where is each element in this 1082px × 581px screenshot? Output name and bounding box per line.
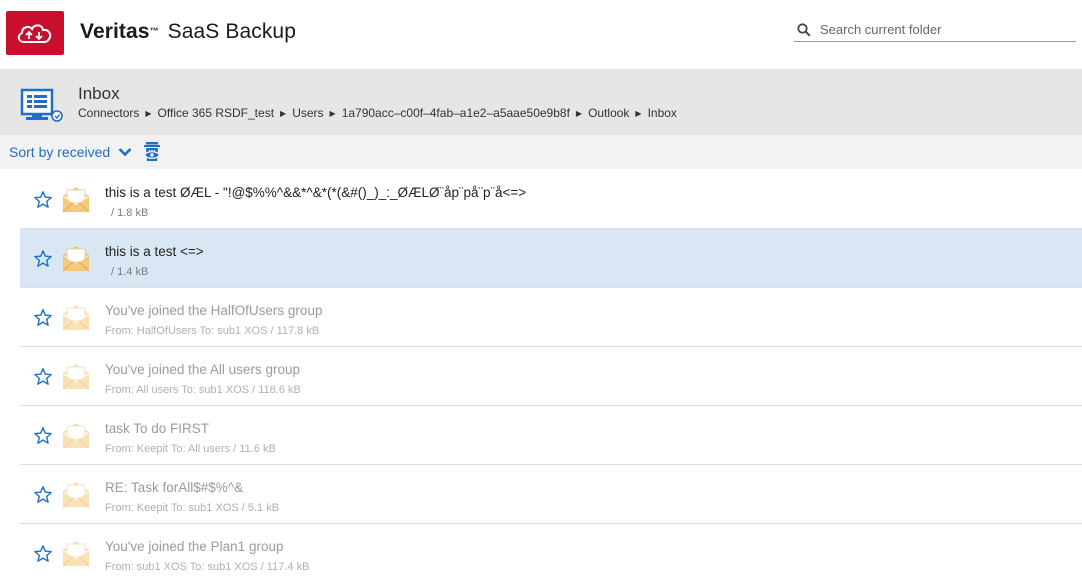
breadcrumb-users[interactable]: Users — [292, 106, 323, 120]
breadcrumb-connectors[interactable]: Connectors — [78, 106, 139, 120]
read-envelope-icon — [62, 305, 90, 331]
message-meta: From: sub1 XOS To: sub1 XOS / 117.4 kB — [105, 561, 310, 573]
read-envelope-icon — [62, 482, 90, 508]
breadcrumb: Connectors ▶ Office 365 RSDF_test ▶ User… — [78, 106, 677, 120]
message-subject: this is a test <=> — [105, 244, 204, 259]
message-meta: / 1.4 kB — [111, 266, 149, 278]
message-list: this is a test ØÆL - "!@$%%^&&*^&*(*(&#(… — [20, 170, 1082, 581]
message-row[interactable]: this is a test <=> / 1.4 kB — [20, 229, 1082, 288]
message-row[interactable]: You've joined the Plan1 group From: sub1… — [20, 524, 1082, 581]
message-subject: You've joined the Plan1 group — [105, 539, 284, 554]
product-name: SaaS Backup — [167, 20, 296, 43]
breadcrumb-separator-icon: ▶ — [575, 108, 583, 118]
message-meta: From: Keepit To: sub1 XOS / 5.1 kB — [105, 502, 280, 514]
veritas-cloud-logo[interactable] — [6, 11, 64, 55]
search-input[interactable] — [820, 22, 1060, 37]
message-meta: / 1.8 kB — [111, 207, 149, 219]
star-icon[interactable] — [33, 544, 53, 564]
message-meta: From: Keepit To: All users / 11.6 kB — [105, 443, 276, 455]
app-title: Veritas™ SaaS Backup — [80, 20, 296, 44]
unread-envelope-icon — [62, 187, 90, 213]
message-row[interactable]: You've joined the All users group From: … — [20, 347, 1082, 406]
breadcrumb-separator-icon: ▶ — [280, 108, 287, 118]
message-row[interactable]: RE: Task forAll$#$%^& From: Keepit To: s… — [20, 465, 1082, 524]
breadcrumb-separator-icon: ▶ — [145, 108, 152, 118]
message-subject: RE: Task forAll$#$%^& — [105, 480, 244, 495]
breadcrumb-outlook[interactable]: Outlook — [588, 106, 629, 120]
sort-label: Sort by received — [9, 144, 111, 160]
read-envelope-icon — [62, 423, 90, 449]
breadcrumb-inbox[interactable]: Inbox — [648, 106, 677, 120]
trademark: ™ — [149, 26, 159, 36]
read-envelope-icon — [62, 364, 90, 390]
page-title: Inbox — [78, 84, 120, 103]
mailbox-connector-icon — [20, 88, 63, 122]
star-icon[interactable] — [33, 485, 53, 505]
search-icon[interactable] — [794, 20, 814, 40]
breadcrumb-office365[interactable]: Office 365 RSDF_test — [158, 106, 275, 120]
breadcrumb-separator-icon: ▶ — [329, 108, 336, 118]
brand-name: Veritas — [80, 20, 150, 43]
read-envelope-icon — [62, 541, 90, 567]
star-icon[interactable] — [33, 190, 53, 210]
star-icon[interactable] — [33, 367, 53, 387]
star-icon[interactable] — [33, 426, 53, 446]
search-box[interactable] — [794, 18, 1076, 42]
app-header: Veritas™ SaaS Backup — [0, 0, 1082, 68]
chevron-down-icon — [118, 148, 132, 157]
message-meta: From: HalfOfUsers To: sub1 XOS / 117.8 k… — [105, 325, 320, 337]
star-icon[interactable] — [33, 249, 53, 269]
message-row[interactable]: You've joined the HalfOfUsers group From… — [20, 288, 1082, 347]
star-icon[interactable] — [33, 308, 53, 328]
message-subject: this is a test ØÆL - "!@$%%^&&*^&*(*(&#(… — [105, 185, 527, 200]
breadcrumb-separator-icon: ▶ — [635, 108, 642, 118]
message-subject: You've joined the All users group — [105, 362, 300, 377]
message-subject: task To do FIRST — [105, 421, 210, 436]
breadcrumb-user-id[interactable]: 1a790acc–c00f–4fab–a1e2–a5aae50e9b8f — [342, 106, 570, 120]
folder-bar: Inbox Connectors ▶ Office 365 RSDF_test … — [0, 69, 1082, 135]
message-row[interactable]: this is a test ØÆL - "!@$%%^&&*^&*(*(&#(… — [20, 170, 1082, 229]
message-row[interactable]: task To do FIRST From: Keepit To: All us… — [20, 406, 1082, 465]
message-subject: You've joined the HalfOfUsers group — [105, 303, 323, 318]
show-deleted-icon[interactable] — [142, 141, 162, 163]
sort-dropdown[interactable]: Sort by received — [9, 144, 132, 160]
message-meta: From: All users To: sub1 XOS / 118.6 kB — [105, 384, 301, 396]
sort-toolbar: Sort by received — [0, 135, 1082, 169]
unread-envelope-icon — [62, 246, 90, 272]
